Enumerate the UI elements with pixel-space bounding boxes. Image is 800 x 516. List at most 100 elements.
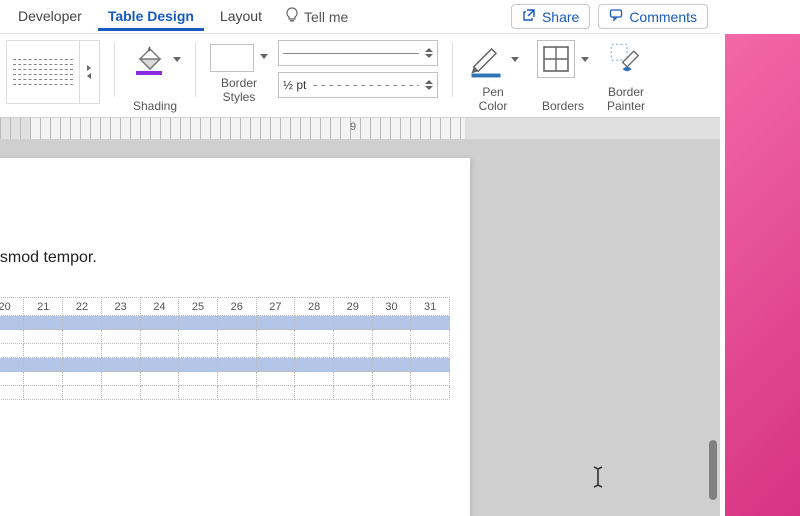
table-row[interactable] [0, 316, 450, 330]
table-style-thumb[interactable] [11, 44, 75, 100]
table-header-cell[interactable]: 28 [295, 298, 334, 316]
table-cell[interactable] [179, 316, 218, 330]
table-cell[interactable] [140, 358, 179, 372]
table-cell[interactable] [101, 330, 140, 344]
table-cell[interactable] [101, 358, 140, 372]
table-header-cell[interactable]: 21 [24, 298, 63, 316]
table-cell[interactable] [411, 386, 450, 400]
table-cell[interactable] [411, 344, 450, 358]
table-cell[interactable] [140, 330, 179, 344]
table-header-cell[interactable]: 31 [411, 298, 450, 316]
table-cell[interactable] [295, 386, 334, 400]
table-cell[interactable] [101, 372, 140, 386]
table-cell[interactable] [24, 358, 63, 372]
table-cell[interactable] [295, 330, 334, 344]
table-cell[interactable] [63, 330, 102, 344]
table-cell[interactable] [217, 316, 256, 330]
table-cell[interactable] [101, 316, 140, 330]
table-cell[interactable] [333, 358, 372, 372]
border-styles-button[interactable] [210, 40, 268, 72]
table-cell[interactable] [411, 330, 450, 344]
table-cell[interactable] [256, 316, 295, 330]
table-cell[interactable] [217, 344, 256, 358]
table-cell[interactable] [140, 372, 179, 386]
table-cell[interactable] [140, 386, 179, 400]
table-cell[interactable] [101, 386, 140, 400]
table-cell[interactable] [256, 372, 295, 386]
table-cell[interactable] [372, 316, 411, 330]
document-title[interactable]: meline [0, 198, 440, 241]
document-paragraph[interactable]: dipiscing elit, sed do eiusmod tempor. [0, 249, 440, 267]
document-workspace[interactable]: meline dipiscing elit, sed do eiusmod te… [0, 140, 720, 516]
table-cell[interactable] [179, 372, 218, 386]
table-cell[interactable] [372, 372, 411, 386]
table-row[interactable] [0, 344, 450, 358]
table-cell[interactable] [333, 372, 372, 386]
timeline-table[interactable]: 16171819202122232425262728293031 [0, 297, 450, 400]
table-cell[interactable] [179, 386, 218, 400]
table-cell[interactable] [179, 358, 218, 372]
table-cell[interactable] [372, 344, 411, 358]
table-cell[interactable] [372, 358, 411, 372]
table-cell[interactable] [63, 386, 102, 400]
table-cell[interactable] [140, 316, 179, 330]
table-header-cell[interactable]: 25 [179, 298, 218, 316]
tab-layout[interactable]: Layout [210, 2, 272, 31]
table-cell[interactable] [295, 316, 334, 330]
table-cell[interactable] [411, 372, 450, 386]
table-cell[interactable] [217, 358, 256, 372]
table-cell[interactable] [295, 358, 334, 372]
table-cell[interactable] [217, 330, 256, 344]
table-cell[interactable] [256, 386, 295, 400]
vertical-scrollbar-thumb[interactable] [709, 440, 717, 500]
tab-developer[interactable]: Developer [8, 2, 92, 31]
tell-me-search[interactable]: Tell me [278, 3, 354, 30]
table-cell[interactable] [0, 344, 24, 358]
shading-button[interactable] [129, 40, 181, 78]
table-header-cell[interactable]: 30 [372, 298, 411, 316]
horizontal-ruler[interactable]: 9 [0, 118, 720, 140]
table-cell[interactable] [0, 316, 24, 330]
border-weight-dropdown[interactable]: ½ pt [278, 72, 438, 98]
table-row[interactable] [0, 386, 450, 400]
table-cell[interactable] [63, 372, 102, 386]
table-cell[interactable] [372, 386, 411, 400]
table-header-cell[interactable]: 27 [256, 298, 295, 316]
table-cell[interactable] [0, 330, 24, 344]
table-cell[interactable] [256, 344, 295, 358]
table-header-row[interactable]: 16171819202122232425262728293031 [0, 298, 450, 316]
table-cell[interactable] [63, 344, 102, 358]
table-cell[interactable] [411, 358, 450, 372]
table-styles-gallery[interactable] [6, 40, 100, 104]
table-cell[interactable] [372, 330, 411, 344]
tab-table-design[interactable]: Table Design [98, 2, 204, 31]
table-row[interactable] [0, 372, 450, 386]
table-cell[interactable] [63, 358, 102, 372]
table-header-cell[interactable]: 24 [140, 298, 179, 316]
share-button[interactable]: Share [511, 4, 590, 29]
table-cell[interactable] [256, 330, 295, 344]
table-header-cell[interactable]: 20 [0, 298, 24, 316]
table-cell[interactable] [256, 358, 295, 372]
table-cell[interactable] [140, 344, 179, 358]
table-cell[interactable] [0, 386, 24, 400]
table-cell[interactable] [0, 358, 24, 372]
table-header-cell[interactable]: 22 [63, 298, 102, 316]
table-cell[interactable] [63, 316, 102, 330]
table-cell[interactable] [217, 386, 256, 400]
table-cell[interactable] [295, 372, 334, 386]
table-cell[interactable] [333, 316, 372, 330]
table-cell[interactable] [179, 344, 218, 358]
table-cell[interactable] [411, 316, 450, 330]
table-cell[interactable] [217, 372, 256, 386]
table-header-cell[interactable]: 29 [333, 298, 372, 316]
table-cell[interactable] [24, 316, 63, 330]
table-cell[interactable] [24, 330, 63, 344]
table-cell[interactable] [24, 386, 63, 400]
border-style-spinner[interactable] [425, 48, 433, 58]
borders-button[interactable] [537, 40, 589, 78]
table-cell[interactable] [333, 386, 372, 400]
table-cell[interactable] [24, 344, 63, 358]
table-row[interactable] [0, 330, 450, 344]
table-cell[interactable] [333, 344, 372, 358]
